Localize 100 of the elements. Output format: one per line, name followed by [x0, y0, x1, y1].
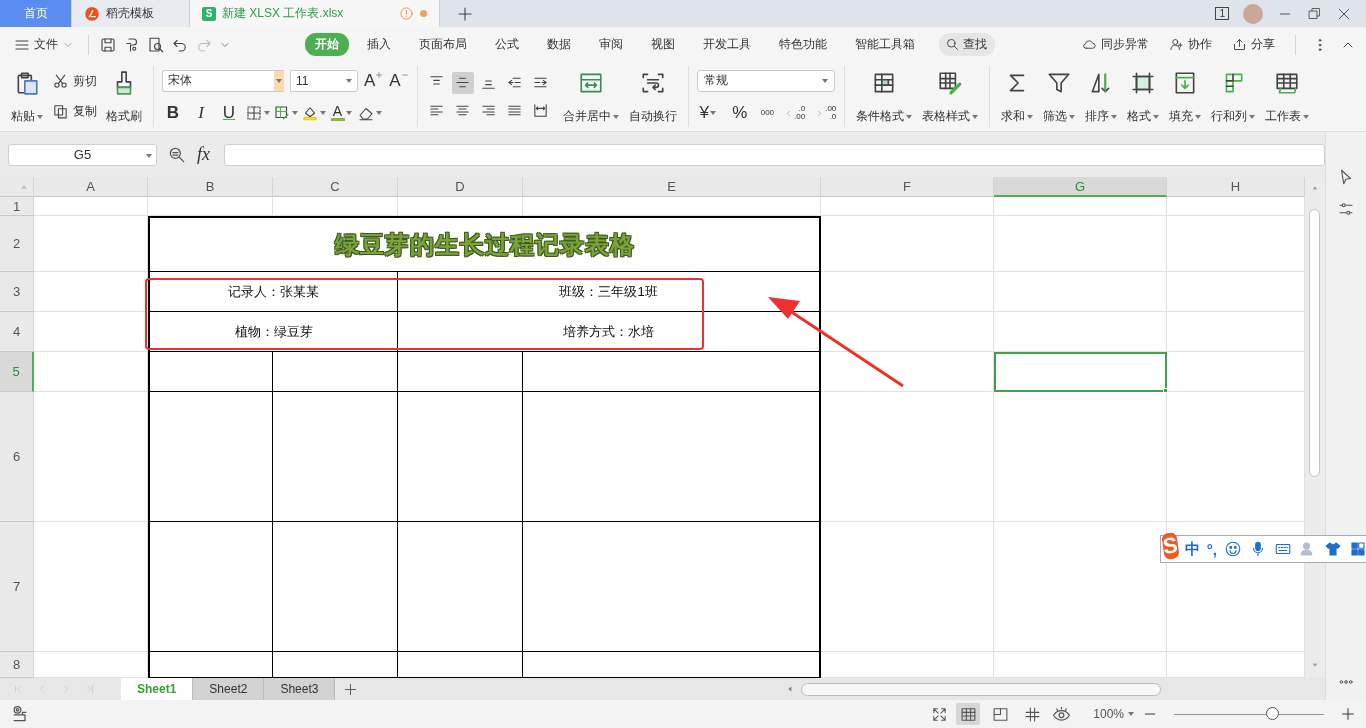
- number-format-field[interactable]: 常规: [696, 69, 835, 92]
- grid-cell[interactable]: [994, 197, 1167, 216]
- grid-cell[interactable]: [34, 392, 148, 522]
- shirt-icon[interactable]: [1323, 540, 1342, 558]
- grid-cell[interactable]: [994, 272, 1167, 312]
- row-header[interactable]: 7: [0, 522, 34, 652]
- fill-handle[interactable]: [1163, 388, 1168, 393]
- grid-cell[interactable]: [523, 197, 821, 216]
- horizontal-scrollbar[interactable]: [801, 682, 1161, 696]
- currency-button[interactable]: ¥: [696, 103, 719, 124]
- column-header[interactable]: B: [148, 177, 273, 197]
- grid-icon[interactable]: [1348, 540, 1366, 558]
- ribbon-button[interactable]: 筛选: [1040, 66, 1079, 127]
- ribbon-button[interactable]: 格式刷: [103, 66, 145, 127]
- grid-cell[interactable]: [821, 216, 994, 272]
- grid-cell[interactable]: [994, 392, 1167, 522]
- view-button[interactable]: [956, 703, 981, 725]
- row-header[interactable]: 6: [0, 392, 34, 522]
- row-header[interactable]: 8: [0, 652, 34, 678]
- ime-button[interactable]: 中: [1184, 539, 1200, 559]
- grid-cell[interactable]: [821, 197, 994, 216]
- grid-cell[interactable]: [34, 197, 148, 216]
- grid-cell[interactable]: [34, 272, 148, 312]
- menu-tab[interactable]: 开发工具: [693, 33, 761, 56]
- grid-cell[interactable]: [821, 312, 994, 352]
- row-header[interactable]: 2: [0, 216, 34, 272]
- menu-tab[interactable]: 视图: [641, 33, 685, 56]
- sync-button[interactable]: 同步异常: [1078, 34, 1153, 55]
- file-tab[interactable]: 稻壳模板: [72, 0, 190, 27]
- restore-icon[interactable]: [1307, 6, 1322, 21]
- menu-tab[interactable]: 智能工具箱: [845, 33, 925, 56]
- window-count[interactable]: 1: [1215, 7, 1229, 20]
- sheet-tab[interactable]: Sheet3: [264, 678, 336, 700]
- vertical-scrollbar[interactable]: [1305, 177, 1325, 678]
- zoom-in-icon[interactable]: [1340, 706, 1356, 722]
- sliders-icon[interactable]: [1337, 200, 1355, 218]
- column-header[interactable]: D: [398, 177, 523, 197]
- column-header[interactable]: F: [821, 177, 994, 197]
- row-header[interactable]: 4: [0, 312, 34, 352]
- column-header[interactable]: H: [1167, 177, 1305, 197]
- cell-style-icon[interactable]: [272, 104, 291, 123]
- grid-cell[interactable]: [821, 522, 994, 652]
- search-button[interactable]: 查找: [939, 33, 995, 56]
- ribbon-button[interactable]: 工作表: [1262, 66, 1313, 127]
- sheet-tab[interactable]: Sheet2: [193, 678, 265, 700]
- grid-cell[interactable]: [994, 216, 1167, 272]
- grid-cell[interactable]: [34, 522, 148, 652]
- bold-button[interactable]: B: [162, 103, 184, 124]
- grid-cell[interactable]: [34, 216, 148, 272]
- row-header[interactable]: 3: [0, 272, 34, 312]
- grid-cell[interactable]: [821, 352, 994, 392]
- percent-button[interactable]: %: [728, 103, 751, 124]
- grid-cell[interactable]: [34, 312, 148, 352]
- menu-tab[interactable]: 公式: [485, 33, 529, 56]
- ribbon-button[interactable]: 排序: [1082, 66, 1121, 127]
- name-box[interactable]: G5: [8, 143, 157, 166]
- avatar[interactable]: [1243, 3, 1263, 24]
- border-icon[interactable]: [244, 104, 263, 123]
- ribbon-button[interactable]: 复制: [50, 101, 99, 123]
- grid-cell[interactable]: [821, 392, 994, 522]
- font-name-field[interactable]: 宋体: [162, 69, 284, 92]
- ribbon-button[interactable]: 剪切: [50, 70, 99, 92]
- grow-font-button[interactable]: A: [364, 70, 384, 91]
- column-header[interactable]: C: [273, 177, 398, 197]
- align-button[interactable]: [451, 71, 474, 94]
- grid-cell[interactable]: [994, 312, 1167, 352]
- ribbon-button[interactable]: 求和: [998, 66, 1037, 127]
- font-color-button[interactable]: A: [330, 105, 352, 122]
- slider-thumb[interactable]: [1265, 707, 1279, 720]
- ribbon-button[interactable]: 自动换行: [625, 66, 680, 127]
- italic-button[interactable]: I: [190, 103, 212, 124]
- zoom-level[interactable]: 100%: [1093, 707, 1134, 721]
- font-size-field[interactable]: 11: [290, 69, 358, 92]
- add-sheet-icon[interactable]: [343, 681, 359, 697]
- shrink-font-button[interactable]: A: [389, 70, 409, 91]
- ribbon-button[interactable]: 行和列: [1208, 66, 1259, 127]
- share-button[interactable]: 分享: [1228, 34, 1279, 55]
- fullscreen-icon[interactable]: [931, 705, 949, 723]
- thousands-button[interactable]: 000: [760, 109, 775, 118]
- grid-cell[interactable]: [821, 272, 994, 312]
- grid-cell[interactable]: [34, 352, 148, 392]
- grid-cell[interactable]: [398, 197, 523, 216]
- eye-icon[interactable]: [1052, 704, 1072, 724]
- ribbon-button[interactable]: 格式: [1124, 66, 1163, 127]
- ribbon-button[interactable]: 填充: [1166, 66, 1205, 127]
- row-header[interactable]: 1: [0, 197, 34, 216]
- menu-tab[interactable]: 特色功能: [769, 33, 837, 56]
- formula-input[interactable]: [224, 143, 1325, 166]
- decimal-button[interactable]: .00 .0: [815, 105, 837, 122]
- grid-cell[interactable]: [273, 197, 398, 216]
- ime-button[interactable]: °,: [1206, 540, 1217, 558]
- menu-tab[interactable]: 数据: [537, 33, 581, 56]
- grid-cell[interactable]: [148, 197, 273, 216]
- function-button[interactable]: fx: [197, 144, 210, 165]
- ribbon-button[interactable]: 表格样式: [919, 66, 982, 127]
- smiley-icon[interactable]: [1223, 540, 1242, 558]
- decimal-button[interactable]: .0 .00: [784, 105, 806, 122]
- underline-button[interactable]: U: [218, 103, 240, 124]
- menu-tab[interactable]: 插入: [357, 33, 401, 56]
- menu-tab[interactable]: 审阅: [589, 33, 633, 56]
